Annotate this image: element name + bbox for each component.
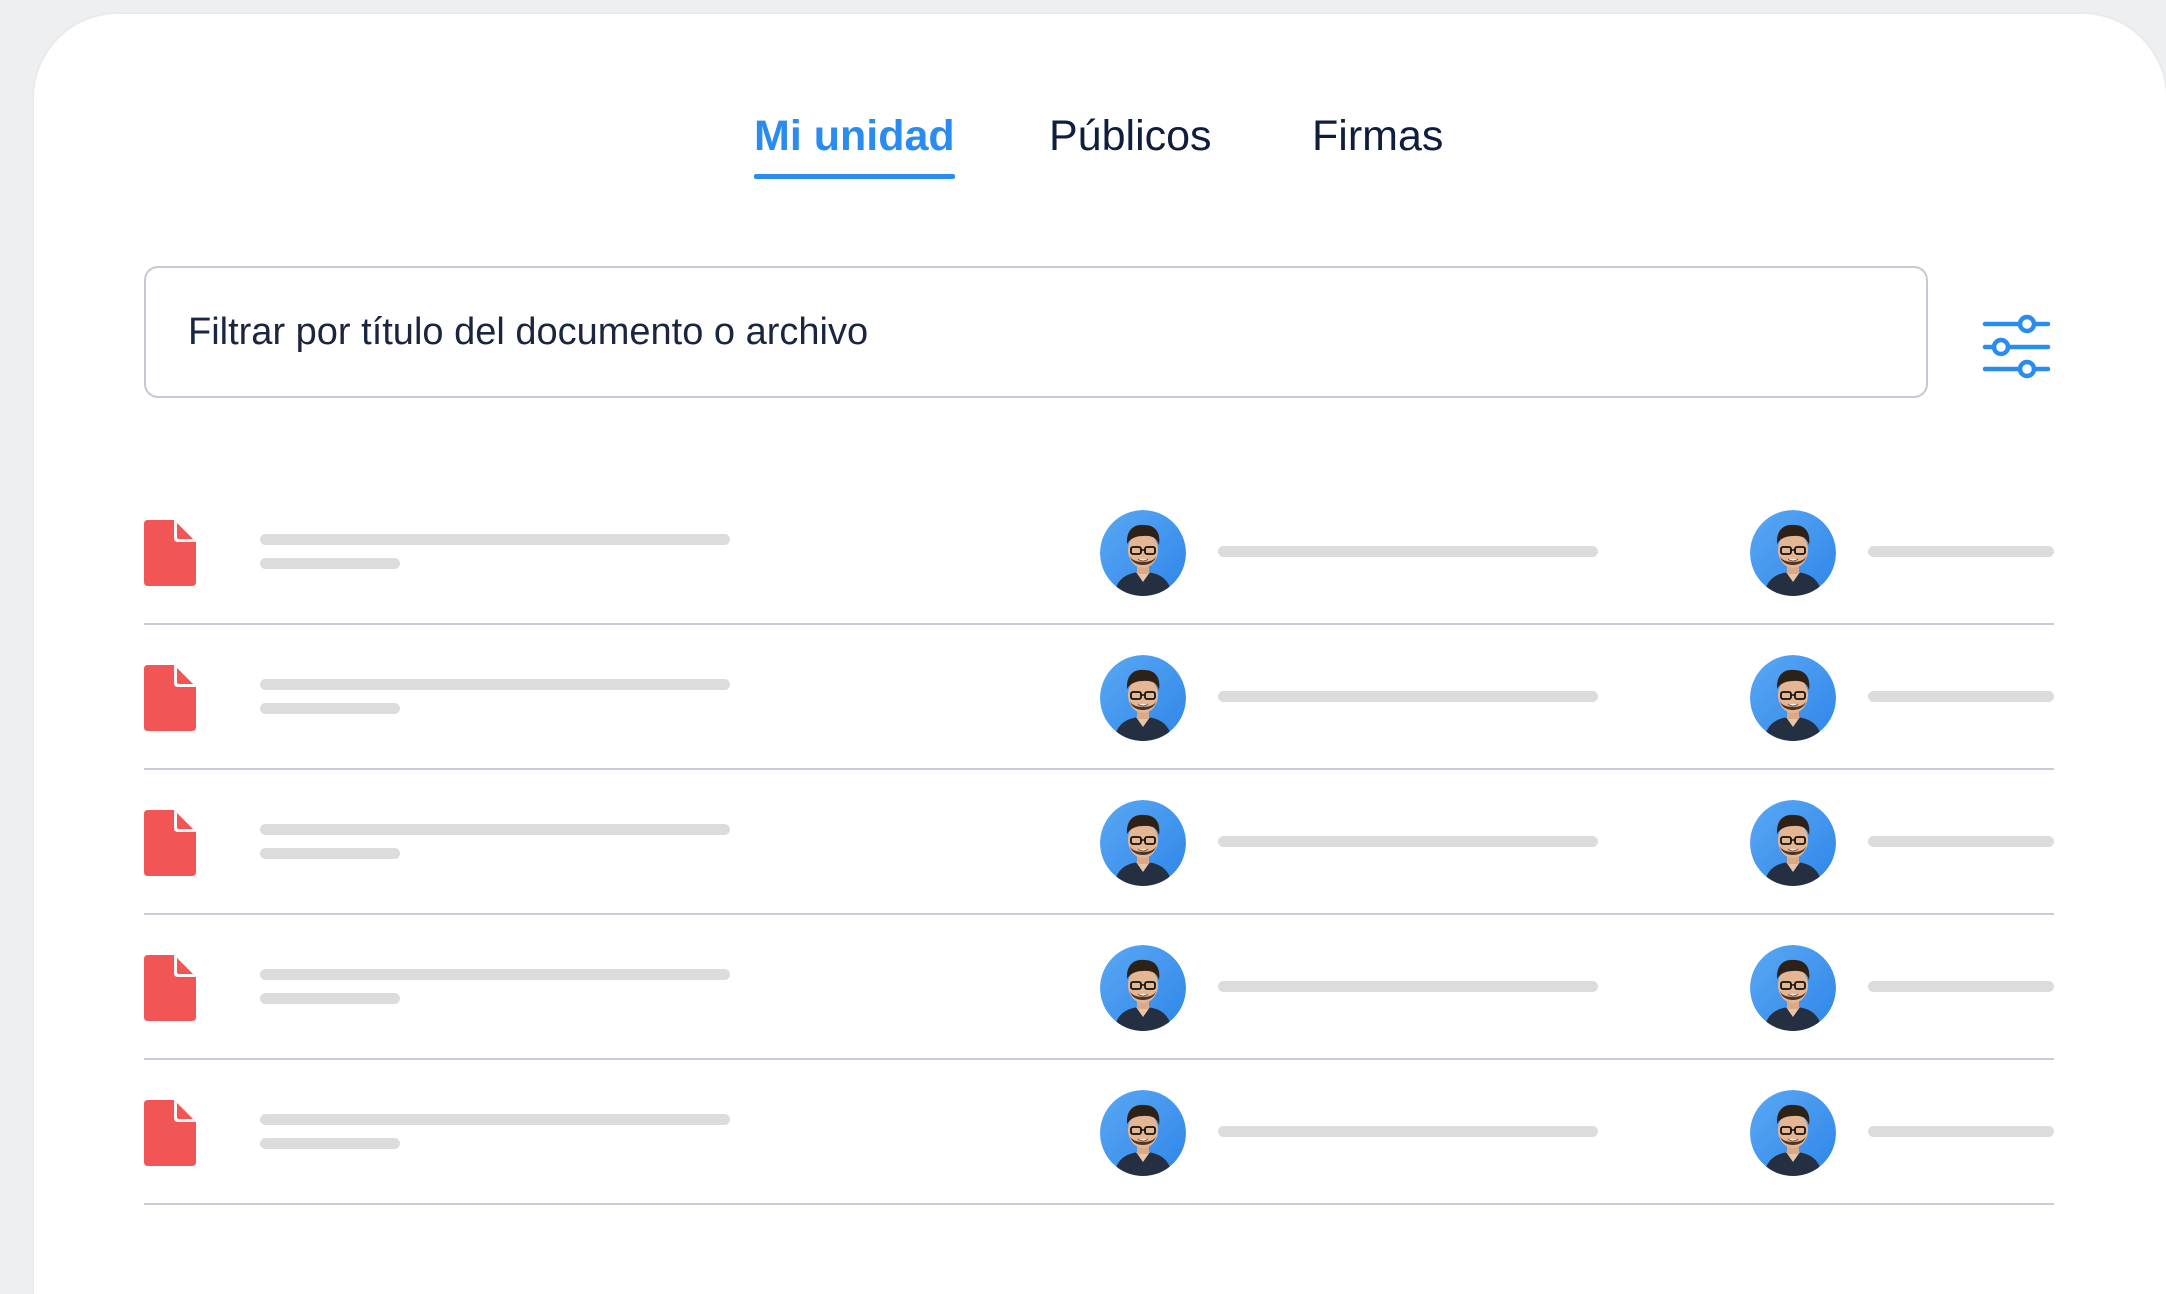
document-subtitle-placeholder bbox=[260, 703, 400, 714]
document-icon bbox=[144, 665, 196, 731]
tab-mi-unidad[interactable]: Mi unidad bbox=[754, 110, 955, 179]
document-subtitle-placeholder bbox=[260, 1138, 400, 1149]
collaborator-avatar bbox=[1750, 945, 1836, 1031]
document-title-placeholder bbox=[260, 969, 730, 980]
filter-button[interactable] bbox=[1972, 300, 2056, 384]
tab-publicos[interactable]: Públicos bbox=[1049, 110, 1212, 162]
document-title-placeholder bbox=[260, 679, 730, 690]
owner-avatar bbox=[1100, 945, 1186, 1031]
document-title-placeholder bbox=[260, 824, 730, 835]
owner-avatar bbox=[1100, 510, 1186, 596]
table-row[interactable] bbox=[144, 480, 2054, 625]
collaborator-name-placeholder bbox=[1868, 836, 2054, 847]
table-row[interactable] bbox=[144, 915, 2054, 1060]
owner-avatar bbox=[1100, 655, 1186, 741]
collaborator-name-placeholder bbox=[1868, 1126, 2054, 1137]
search-input[interactable] bbox=[188, 268, 1888, 396]
search-box bbox=[144, 266, 1928, 398]
table-row[interactable] bbox=[144, 1060, 2054, 1205]
document-title-placeholder bbox=[260, 1114, 730, 1125]
owner-name-placeholder bbox=[1218, 1126, 1598, 1137]
document-icon bbox=[144, 520, 196, 586]
document-subtitle-placeholder bbox=[260, 558, 400, 569]
collaborator-name-placeholder bbox=[1868, 691, 2054, 702]
document-icon bbox=[144, 955, 196, 1021]
content-card: Mi unidad Públicos Firmas bbox=[34, 14, 2166, 1294]
owner-avatar bbox=[1100, 800, 1186, 886]
document-subtitle-placeholder bbox=[260, 993, 400, 1004]
document-icon bbox=[144, 810, 196, 876]
collaborator-name-placeholder bbox=[1868, 546, 2054, 557]
collaborator-avatar bbox=[1750, 510, 1836, 596]
owner-avatar bbox=[1100, 1090, 1186, 1176]
owner-name-placeholder bbox=[1218, 546, 1598, 557]
tab-label: Firmas bbox=[1312, 112, 1444, 160]
document-title-placeholder bbox=[260, 534, 730, 545]
tab-bar: Mi unidad Públicos Firmas bbox=[34, 14, 2166, 214]
table-row[interactable] bbox=[144, 770, 2054, 915]
document-icon bbox=[144, 1100, 196, 1166]
active-tab-indicator bbox=[754, 174, 955, 179]
tab-label: Públicos bbox=[1049, 112, 1212, 160]
collaborator-name-placeholder bbox=[1868, 981, 2054, 992]
owner-name-placeholder bbox=[1218, 691, 1598, 702]
collaborator-avatar bbox=[1750, 800, 1836, 886]
sliders-icon bbox=[1982, 314, 2051, 379]
table-row[interactable] bbox=[144, 625, 2054, 770]
tab-firmas[interactable]: Firmas bbox=[1312, 110, 1443, 162]
owner-name-placeholder bbox=[1218, 836, 1598, 847]
collaborator-avatar bbox=[1750, 655, 1836, 741]
collaborator-avatar bbox=[1750, 1090, 1836, 1176]
owner-name-placeholder bbox=[1218, 981, 1598, 992]
document-subtitle-placeholder bbox=[260, 848, 400, 859]
tab-label: Mi unidad bbox=[754, 112, 955, 160]
